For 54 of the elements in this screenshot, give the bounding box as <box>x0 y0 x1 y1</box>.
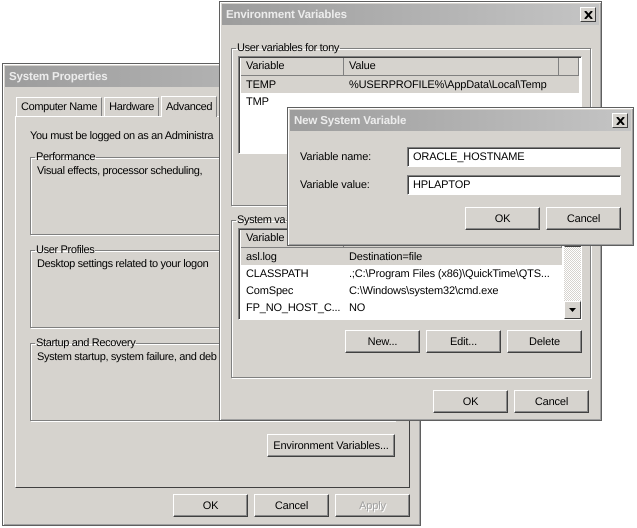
input-field[interactable]: ORACLE_HOSTNAME <box>407 147 621 167</box>
list-row[interactable]: asl.log Destination=file <box>241 248 562 265</box>
window-title: System Properties <box>9 70 108 82</box>
close-button[interactable] <box>612 113 628 128</box>
group-label: Startup and Recovery <box>35 337 136 349</box>
close-icon <box>616 116 624 124</box>
notice-text: You must be logged on as an Administra <box>30 130 214 142</box>
dialog-button[interactable]: OK <box>465 207 540 230</box>
dialog-button[interactable]: Edit... <box>426 330 501 353</box>
group-description: Visual effects, processor scheduling, <box>37 165 204 177</box>
dialog-button[interactable]: Cancel <box>254 494 329 517</box>
table-cell-text: .;C:\Program Files (x86)\QuickTime\QTS... <box>348 268 551 280</box>
list-row[interactable]: CLASSPATH .;C:\Program Files (x86)\QuickTime\QTS... <box>241 265 562 282</box>
group-description: Desktop settings related to your logon <box>37 258 210 270</box>
column-header[interactable]: Variable <box>241 58 344 76</box>
column-header[interactable]: Value <box>344 58 559 76</box>
group-description: System startup, system failure, and deb <box>37 351 218 363</box>
group-label: Performance <box>35 151 96 163</box>
tab[interactable]: Computer Name <box>16 97 102 116</box>
table-cell-text: CLASSPATH <box>245 268 310 280</box>
dialog-button[interactable]: Delete <box>507 330 582 353</box>
dialog-button[interactable]: New... <box>345 330 420 353</box>
tab[interactable]: Advanced <box>161 96 218 117</box>
dialog-button[interactable]: Cancel <box>546 207 621 230</box>
dialog-button[interactable]: Cancel <box>514 390 589 413</box>
scroll-down-button[interactable] <box>564 301 581 319</box>
table-cell-text: Destination=file <box>348 250 424 262</box>
field-label: Variable name: <box>300 151 372 163</box>
dialog-button[interactable]: OK <box>433 390 508 413</box>
table-cell-text: %USERPROFILE%\AppData\Local\Temp <box>348 78 548 90</box>
table-cell-text: NO <box>348 302 366 314</box>
tab[interactable]: Hardware <box>104 97 160 116</box>
dialog-button[interactable]: OK <box>173 494 248 517</box>
table-cell-text: FP_NO_HOST_C... <box>245 302 342 314</box>
window-title: Environment Variables <box>226 8 347 20</box>
list-row[interactable]: TEMP %USERPROFILE%\AppData\Local\Temp <box>241 76 579 93</box>
table-cell-text: C:\Windows\system32\cmd.exe <box>348 284 500 296</box>
table-cell-text: asl.log <box>245 250 278 262</box>
list-row[interactable]: ComSpec C:\Windows\system32\cmd.exe <box>241 282 562 299</box>
table-cell-text: ComSpec <box>245 284 294 296</box>
close-icon <box>584 10 592 18</box>
environment-variables-button[interactable]: Environment Variables... <box>267 434 395 457</box>
field-label: Variable value: <box>300 179 371 191</box>
input-field[interactable]: HPLAPTOP <box>407 175 621 195</box>
table-cell-text: TMP <box>245 96 270 108</box>
list-row[interactable]: TMP <box>241 93 579 110</box>
down-arrow-icon <box>569 308 576 312</box>
window-title: New System Variable <box>294 114 406 126</box>
group-label: User Profiles <box>35 244 96 256</box>
close-button[interactable] <box>580 7 596 22</box>
group-label: System va <box>236 214 286 226</box>
group-label: User variables for tony <box>236 42 340 54</box>
table-cell-text: TEMP <box>245 78 277 90</box>
list-row[interactable]: FP_NO_HOST_C... NO <box>241 299 562 316</box>
